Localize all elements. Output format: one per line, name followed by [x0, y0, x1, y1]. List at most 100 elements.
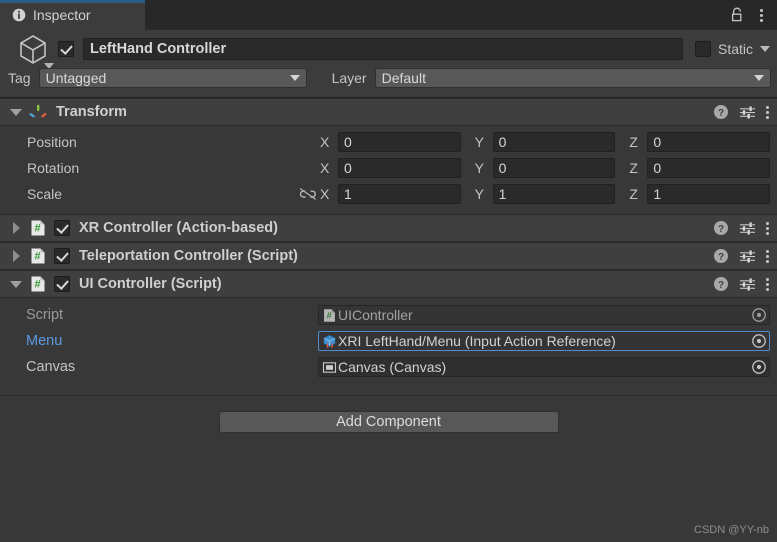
scale-label: Scale	[27, 186, 63, 202]
menu-value: XRI LeftHand/Menu (Input Action Referenc…	[338, 333, 616, 349]
component-header-ui-controller[interactable]: # UI Controller (Script) ?	[0, 270, 777, 298]
transform-rotation-row: Rotation X 0 Y 0 Z 0	[0, 156, 777, 180]
preset-icon[interactable]	[739, 249, 756, 264]
preset-icon[interactable]	[739, 221, 756, 236]
link-broken-icon[interactable]	[298, 186, 318, 202]
ui-controller-header-actions: ?	[713, 276, 777, 292]
chevron-down-icon	[754, 75, 764, 81]
tab-menu-button[interactable]	[752, 5, 770, 25]
input-action-reference-icon	[323, 334, 336, 348]
scale-y-input[interactable]: 1	[492, 184, 616, 204]
cs-script-icon: #	[31, 220, 45, 236]
canvas-icon	[322, 361, 337, 373]
component-header-xr-controller[interactable]: # XR Controller (Action-based) ?	[0, 214, 777, 242]
svg-text:#: #	[35, 279, 41, 291]
svg-text:?: ?	[718, 280, 724, 291]
inspector-tabbar: Inspector	[0, 0, 777, 30]
scale-z-input[interactable]: 1	[647, 184, 771, 204]
svg-text:?: ?	[718, 108, 724, 119]
kebab-menu-icon[interactable]	[766, 277, 769, 291]
svg-text:#: #	[35, 223, 41, 235]
tab-inspector[interactable]: Inspector	[0, 0, 145, 30]
menu-label: Menu	[26, 333, 63, 349]
transform-foldout-toggle[interactable]	[7, 108, 25, 116]
axis-label-z: Z	[629, 134, 638, 150]
layer-label: Layer	[331, 70, 367, 86]
tabbar-actions	[728, 0, 777, 30]
axis-label-y: Y	[474, 134, 485, 150]
teleportation-controller-foldout-toggle[interactable]	[7, 250, 25, 262]
preset-icon[interactable]	[739, 277, 756, 292]
ui-controller-foldout-toggle[interactable]	[7, 280, 25, 288]
triangle-right-icon	[12, 222, 20, 234]
teleportation-controller-header-actions: ?	[713, 248, 777, 264]
position-z-input[interactable]: 0	[647, 132, 771, 152]
scale-x-input[interactable]: 1	[338, 184, 461, 204]
static-label: Static	[717, 41, 753, 57]
rotation-x-input[interactable]: 0	[338, 158, 461, 178]
canvas-object-field[interactable]: Canvas (Canvas)	[318, 357, 770, 377]
object-picker-icon[interactable]	[751, 333, 767, 349]
svg-text:#: #	[35, 251, 41, 263]
kebab-menu-icon[interactable]	[766, 221, 769, 235]
transform-axis-icon	[29, 104, 47, 118]
transform-body: Position X 0 Y 0 Z 0 Rotation X 0 Y 0 Z …	[0, 126, 777, 214]
tag-value: Untagged	[45, 70, 107, 86]
layer-value: Default	[381, 70, 426, 86]
gameobject-enabled-checkbox[interactable]	[58, 41, 74, 57]
triangle-down-icon	[10, 280, 22, 288]
help-icon[interactable]: ?	[713, 276, 729, 292]
property-row-canvas: Canvas Canvas (Canvas)	[0, 354, 777, 380]
static-group: Static	[694, 41, 770, 57]
gameobject-icon-button[interactable]	[8, 27, 58, 71]
position-x-input[interactable]: 0	[338, 132, 461, 152]
tag-layer-row: Tag Untagged Layer Default	[0, 67, 777, 89]
svg-text:?: ?	[718, 224, 724, 235]
xr-controller-foldout-toggle[interactable]	[7, 222, 25, 234]
gameobject-name-input[interactable]: LeftHand Controller	[83, 38, 683, 60]
tag-dropdown[interactable]: Untagged	[38, 68, 307, 88]
teleportation-controller-title: Teleportation Controller (Script)	[79, 248, 298, 264]
tab-inspector-label: Inspector	[33, 7, 91, 23]
object-picker-icon[interactable]	[751, 307, 767, 323]
axis-label-x: X	[320, 160, 330, 176]
add-component-area: Add Component	[0, 396, 777, 433]
kebab-menu-icon[interactable]	[766, 249, 769, 263]
layer-dropdown[interactable]: Default	[374, 68, 771, 88]
xr-controller-enabled-checkbox[interactable]	[54, 220, 70, 236]
axis-label-x: X	[320, 134, 330, 150]
object-picker-icon[interactable]	[751, 359, 767, 375]
ui-controller-title: UI Controller (Script)	[79, 276, 222, 292]
kebab-menu-icon[interactable]	[766, 105, 769, 119]
triangle-down-icon	[10, 108, 22, 116]
position-label: Position	[27, 134, 77, 150]
help-icon[interactable]: ?	[713, 104, 729, 120]
rotation-y-input[interactable]: 0	[492, 158, 616, 178]
watermark: CSDN @YY-nb	[694, 524, 769, 536]
ui-controller-enabled-checkbox[interactable]	[54, 276, 70, 292]
cube-icon	[20, 35, 46, 64]
gameobject-name-row: LeftHand Controller Static	[0, 35, 777, 69]
help-icon[interactable]: ?	[713, 220, 729, 236]
component-header-transform[interactable]: Transform ?	[0, 98, 777, 126]
teleportation-controller-enabled-checkbox[interactable]	[54, 248, 70, 264]
static-checkbox[interactable]	[694, 41, 711, 57]
menu-object-field[interactable]: XRI LeftHand/Menu (Input Action Referenc…	[318, 331, 770, 351]
transform-title: Transform	[56, 104, 127, 120]
canvas-value: Canvas (Canvas)	[338, 359, 447, 375]
preset-icon[interactable]	[739, 105, 756, 120]
axis-label-z: Z	[629, 186, 638, 202]
add-component-button[interactable]: Add Component	[218, 411, 559, 433]
static-dropdown-caret-icon[interactable]	[760, 46, 770, 52]
tag-label: Tag	[8, 70, 31, 86]
rotation-z-input[interactable]: 0	[647, 158, 771, 178]
help-icon[interactable]: ?	[713, 248, 729, 264]
triangle-right-icon	[12, 250, 20, 262]
info-icon	[12, 8, 26, 22]
property-row-menu: Menu XRI LeftHand/Menu (Input Action Ref…	[0, 328, 777, 354]
component-header-teleportation-controller[interactable]: # Teleportation Controller (Script) ?	[0, 242, 777, 270]
transform-header-actions: ?	[713, 104, 777, 120]
lock-button[interactable]	[728, 5, 746, 25]
inspector-window: Inspector LeftHand Controller Static Tag…	[0, 0, 777, 542]
position-y-input[interactable]: 0	[492, 132, 616, 152]
